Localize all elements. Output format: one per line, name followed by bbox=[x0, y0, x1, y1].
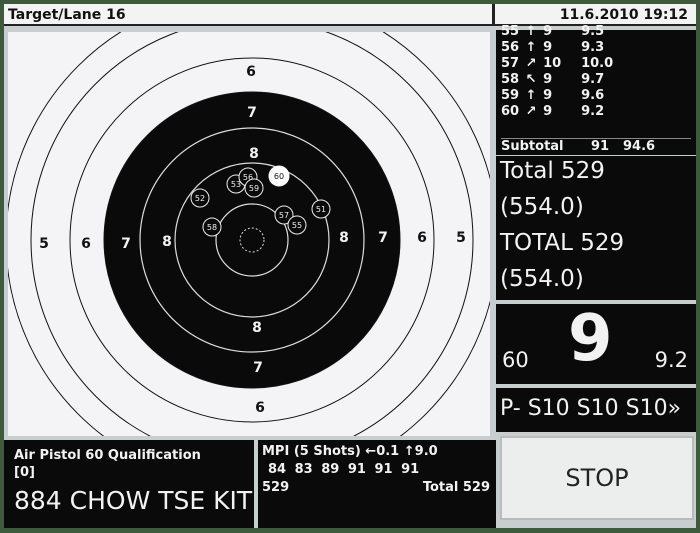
shot-number: 56 bbox=[501, 40, 520, 55]
ring-label-8-top: 8 bbox=[249, 146, 259, 162]
mpi-header: MPI (5 Shots) ←0.1 ↑9.0 bbox=[262, 444, 438, 459]
relay-number: [0] bbox=[14, 465, 35, 480]
subtotal-label: Subtotal bbox=[501, 139, 564, 154]
shot-label: 58 bbox=[207, 223, 217, 232]
shot-label: 59 bbox=[249, 184, 259, 193]
stop-button[interactable]: STOP bbox=[500, 436, 694, 520]
cumulative-score: 529 bbox=[262, 480, 290, 495]
ring-label-7-top: 7 bbox=[247, 105, 257, 121]
black-aiming-area bbox=[103, 91, 401, 389]
shot-score: 9 bbox=[543, 40, 553, 55]
shot-marker[interactable]: 52 bbox=[190, 188, 210, 208]
shot-label: 57 bbox=[279, 211, 289, 220]
last-shot-score: 9 bbox=[568, 302, 613, 376]
shot-score: 9 bbox=[543, 104, 553, 119]
shot-number: 60 bbox=[501, 104, 520, 119]
shot-row: 56 ↑ 9 9.3 bbox=[501, 40, 625, 56]
shot-number: 59 bbox=[501, 88, 520, 103]
shot-row: 60 ↗ 9 9.2 bbox=[501, 104, 625, 120]
mpi-panel: MPI (5 Shots) ←0.1 ↑9.0 84 83 89 91 91 9… bbox=[258, 440, 496, 528]
series-scores: 84 83 89 91 91 91 bbox=[268, 462, 420, 477]
shot-score: 10 bbox=[543, 56, 562, 71]
ring-label-6-right: 6 bbox=[417, 230, 427, 246]
shot-number: 55 bbox=[501, 24, 520, 39]
shot-marker[interactable]: 58 bbox=[202, 217, 222, 237]
last-shot-marker[interactable]: 60 bbox=[268, 165, 290, 187]
last-shot-decimal: 9.2 bbox=[654, 348, 688, 372]
series-panel: P- S10 S10 S10» bbox=[496, 388, 696, 432]
shot-marker[interactable]: 51 bbox=[311, 199, 331, 219]
date-time: 11.6.2010 19:12 bbox=[559, 7, 688, 23]
arrow-up-icon: ↑ bbox=[525, 40, 537, 55]
subtotal-decimal: 94.6 bbox=[623, 139, 656, 154]
total-decimal: (554.0) bbox=[500, 194, 584, 220]
shot-row: 58 ↖ 9 9.7 bbox=[501, 72, 625, 88]
series-indicators: P- S10 S10 S10» bbox=[500, 396, 682, 421]
shot-number: 57 bbox=[501, 56, 520, 71]
event-name: Air Pistol 60 Qualification bbox=[14, 448, 201, 463]
shot-label: 60 bbox=[274, 172, 284, 181]
shot-row: 59 ↑ 9 9.6 bbox=[501, 88, 625, 104]
shot-decimal: 9.7 bbox=[581, 72, 605, 87]
shot-decimal: 9.2 bbox=[581, 104, 605, 119]
shot-label: 52 bbox=[195, 194, 205, 203]
lane-title: Target/Lane 16 bbox=[8, 7, 126, 23]
shot-row: 57 ↗ 10 10.0 bbox=[501, 56, 625, 72]
ring-label-8-bottom: 8 bbox=[252, 320, 262, 336]
shot-label: 51 bbox=[316, 205, 326, 214]
shot-marker[interactable]: 55 bbox=[287, 215, 307, 235]
shot-decimal: 10.0 bbox=[581, 56, 614, 71]
ring-label-8-left: 8 bbox=[162, 234, 172, 250]
total-score: Total 529 bbox=[500, 158, 605, 184]
shot-number: 58 bbox=[501, 72, 520, 87]
grand-total-decimal: (554.0) bbox=[500, 266, 584, 292]
shot-row: 55 ↑ 9 9.5 bbox=[501, 24, 625, 40]
title-divider bbox=[492, 4, 495, 26]
arrow-up-right-icon: ↗ bbox=[525, 56, 537, 71]
ring-label-6-left: 6 bbox=[81, 236, 91, 252]
event-panel: Air Pistol 60 Qualification [0] 884 CHOW… bbox=[4, 440, 254, 528]
subtotal-row: Subtotal 91 94.6 bbox=[501, 138, 691, 154]
subtotal-score: 91 bbox=[591, 139, 610, 154]
target-panel: 5 5 6 6 6 6 7 7 7 7 8 8 8 8 51 52 53 56 … bbox=[8, 32, 490, 436]
totals-panel: Total 529 (554.0) TOTAL 529 (554.0) bbox=[496, 156, 696, 300]
ring-label-7-right: 7 bbox=[378, 230, 388, 246]
shot-list-table: 55 ↑ 9 9.5 56 ↑ 9 9.3 57 ↗ 10 10.0 58 ↖ … bbox=[501, 24, 625, 120]
shot-score: 9 bbox=[543, 72, 553, 87]
arrow-up-left-icon: ↖ bbox=[525, 72, 537, 87]
ring-label-5-right: 5 bbox=[456, 230, 466, 246]
mpi-total: Total 529 bbox=[422, 480, 490, 495]
ring-label-8-right: 8 bbox=[339, 230, 349, 246]
shot-score: 9 bbox=[543, 88, 553, 103]
target-face: 5 5 6 6 6 6 7 7 7 7 8 8 8 8 51 52 53 56 … bbox=[8, 32, 490, 436]
ring-label-7-left: 7 bbox=[121, 236, 131, 252]
scoring-monitor-screen: Target/Lane 16 11.6.2010 19:12 5 5 6 6 6… bbox=[4, 4, 696, 528]
shot-label: 55 bbox=[292, 221, 302, 230]
ring-label-5-left: 5 bbox=[39, 236, 49, 252]
title-bar: Target/Lane 16 11.6.2010 19:12 bbox=[4, 4, 696, 26]
arrow-up-icon: ↑ bbox=[525, 88, 537, 103]
arrow-up-icon: ↑ bbox=[525, 24, 537, 39]
ring-label-7-bottom: 7 bbox=[253, 360, 263, 376]
shot-decimal: 9.6 bbox=[581, 88, 605, 103]
arrow-up-right-icon: ↗ bbox=[525, 104, 537, 119]
shot-decimal: 9.5 bbox=[581, 24, 605, 39]
shot-marker[interactable]: 59 bbox=[244, 178, 264, 198]
shooter-name: 884 CHOW TSE KIT bbox=[14, 486, 253, 515]
last-shot-panel: 60 9 9.2 bbox=[496, 302, 696, 384]
shot-decimal: 9.3 bbox=[581, 40, 605, 55]
ring-label-6-bottom: 6 bbox=[255, 400, 265, 416]
grand-total-score: TOTAL 529 bbox=[500, 230, 625, 256]
ring-label-6-top: 6 bbox=[246, 64, 256, 80]
shot-list-panel: 55 ↑ 9 9.5 56 ↑ 9 9.3 57 ↗ 10 10.0 58 ↖ … bbox=[496, 24, 696, 155]
last-shot-number: 60 bbox=[502, 348, 529, 372]
shot-score: 9 bbox=[543, 24, 553, 39]
